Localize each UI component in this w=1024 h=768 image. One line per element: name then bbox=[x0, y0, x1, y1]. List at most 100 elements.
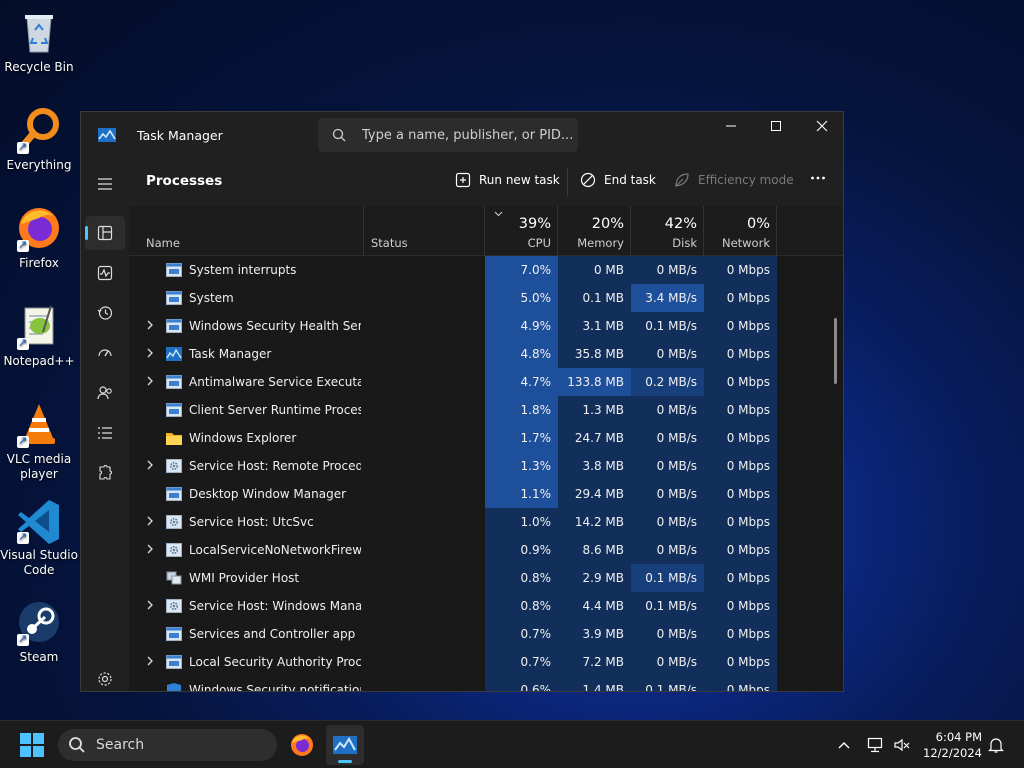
hamburger-menu-button[interactable] bbox=[85, 167, 125, 201]
table-row[interactable]: Windows Security Health Servi... 4.9%3.1 … bbox=[129, 312, 829, 340]
table-row[interactable]: Service Host: UtcSvc 1.0% 14.2 MB 0 MB/s 0 M… bbox=[129, 508, 829, 536]
table-row[interactable]: WMI Provider Host 0.8% 2.9 MB 0.1 MB/s 0 Mbp… bbox=[129, 564, 829, 592]
taskbar-task-manager[interactable] bbox=[326, 725, 364, 765]
notifications-button[interactable] bbox=[988, 736, 1004, 754]
maximize-button[interactable] bbox=[753, 112, 799, 140]
run-new-task-button[interactable]: Run new task bbox=[455, 172, 560, 188]
nav-app-history[interactable] bbox=[85, 296, 125, 330]
process-name: Service Host: UtcSvc bbox=[189, 515, 314, 529]
column-header-cpu[interactable]: 39% CPU bbox=[485, 206, 558, 256]
end-task-button[interactable]: End task bbox=[580, 172, 656, 188]
users-icon bbox=[97, 386, 112, 400]
process-cpu: 1.3% bbox=[485, 452, 558, 480]
desktop-icon-recycle-bin[interactable]: Recycle Bin bbox=[0, 8, 78, 75]
table-row[interactable]: Antimalware Service Executable 4.7%133.8 … bbox=[129, 368, 829, 396]
process-disk: 0.1 MB/s bbox=[631, 592, 704, 620]
navigation-sidebar bbox=[81, 158, 129, 691]
table-row[interactable]: Local Security Authority Proce... 0.7%7.2… bbox=[129, 648, 829, 676]
chevron-right-icon[interactable] bbox=[145, 376, 155, 386]
desktop-icon-everything[interactable]: Everything bbox=[0, 106, 78, 173]
desktop-icon-notepadpp[interactable]: Notepad++ bbox=[0, 302, 78, 369]
nav-users[interactable] bbox=[85, 376, 125, 410]
toolbar-separator bbox=[567, 168, 568, 196]
minimize-button[interactable] bbox=[708, 112, 754, 140]
nav-services[interactable] bbox=[85, 456, 125, 490]
table-row[interactable]: Service Host: Windows Manag... 0.8%4.4 MB… bbox=[129, 592, 829, 620]
table-row[interactable]: Services and Controller app 0.7% 3.9 MB 0 M… bbox=[129, 620, 829, 648]
table-row[interactable]: Service Host: Remote Procedu... 1.3%3.8 M… bbox=[129, 452, 829, 480]
efficiency-mode-button[interactable]: Efficiency mode bbox=[674, 172, 794, 188]
taskbar-search[interactable]: Search bbox=[58, 729, 277, 761]
column-header-name[interactable]: Name bbox=[129, 206, 364, 256]
clock[interactable]: 6:04 PM 12/2/2024 bbox=[923, 729, 982, 761]
column-header-network[interactable]: 0% Network bbox=[704, 206, 777, 256]
process-disk: 3.4 MB/s bbox=[631, 284, 704, 312]
table-row[interactable]: Windows Security notification... 0.6% 1.4 … bbox=[129, 676, 829, 691]
hamburger-icon bbox=[98, 178, 112, 190]
desktop-icon-label: Steam bbox=[19, 650, 59, 664]
process-name: Antimalware Service Executable bbox=[189, 375, 361, 389]
process-name: Task Manager bbox=[189, 347, 272, 361]
start-button[interactable] bbox=[20, 733, 44, 757]
taskbar-firefox[interactable] bbox=[289, 732, 315, 758]
cpu-total-percent: 39% bbox=[518, 216, 551, 232]
more-options-button[interactable] bbox=[810, 170, 826, 186]
process-name: Windows Explorer bbox=[189, 431, 297, 445]
table-row[interactable]: LocalServiceNoNetworkFirewa... 0.9%8.6 MB… bbox=[129, 536, 829, 564]
chevron-right-icon[interactable] bbox=[145, 460, 155, 470]
process-search-box[interactable] bbox=[318, 118, 578, 152]
process-name: Windows Security Health Servi... bbox=[189, 319, 361, 333]
nav-processes[interactable] bbox=[85, 216, 125, 250]
nav-details[interactable] bbox=[85, 416, 125, 450]
table-row[interactable]: Client Server Runtime Process 1.8% 1.3 MB 0… bbox=[129, 396, 829, 424]
gear-icon bbox=[98, 672, 112, 686]
column-memory-label: Memory bbox=[577, 236, 624, 250]
chevron-right-icon[interactable] bbox=[145, 516, 155, 526]
minimize-icon bbox=[726, 125, 736, 127]
nav-settings[interactable] bbox=[85, 662, 125, 691]
process-memory: 1.3 MB bbox=[558, 396, 631, 424]
column-header-disk[interactable]: 42% Disk bbox=[631, 206, 704, 256]
chevron-right-icon[interactable] bbox=[145, 544, 155, 554]
running-indicator bbox=[338, 760, 352, 763]
chevron-right-icon[interactable] bbox=[145, 656, 155, 666]
maximize-icon bbox=[771, 121, 781, 131]
desktop-icon-vlc[interactable]: VLC media player bbox=[0, 400, 78, 482]
process-search-input[interactable] bbox=[362, 127, 572, 143]
search-icon bbox=[69, 737, 85, 753]
end-task-icon bbox=[580, 172, 596, 188]
close-button[interactable] bbox=[799, 112, 843, 140]
vscode-icon bbox=[15, 496, 63, 544]
scrollbar-thumb[interactable] bbox=[834, 318, 837, 384]
table-row[interactable]: System interrupts 7.0% 0 MB 0 MB/s 0 Mbps bbox=[129, 256, 829, 284]
task-manager-app-icon bbox=[98, 128, 116, 142]
process-network: 0 Mbps bbox=[704, 368, 777, 396]
desktop-icon-steam[interactable]: Steam bbox=[0, 598, 78, 665]
table-row[interactable]: Windows Explorer 1.7% 24.7 MB 0 MB/s 0 Mbps bbox=[129, 424, 829, 452]
network-wired-icon bbox=[867, 737, 883, 753]
folder-icon bbox=[166, 431, 182, 445]
process-network: 0 Mbps bbox=[704, 396, 777, 424]
process-disk: 0.2 MB/s bbox=[631, 368, 704, 396]
process-name: System bbox=[189, 291, 234, 305]
column-header-memory[interactable]: 20% Memory bbox=[558, 206, 631, 256]
table-row[interactable]: System 5.0% 0.1 MB 3.4 MB/s 0 Mbps bbox=[129, 284, 829, 312]
desktop-icon-vscode[interactable]: Visual Studio Code bbox=[0, 496, 78, 578]
table-row[interactable]: Task Manager 4.8% 35.8 MB 0 MB/s 0 Mbps bbox=[129, 340, 829, 368]
chevron-right-icon[interactable] bbox=[145, 320, 155, 330]
process-network: 0 Mbps bbox=[704, 480, 777, 508]
chevron-right-icon[interactable] bbox=[145, 348, 155, 358]
chevron-right-icon[interactable] bbox=[145, 600, 155, 610]
chevron-up-icon bbox=[838, 742, 850, 749]
nav-performance[interactable] bbox=[85, 256, 125, 290]
title-bar[interactable]: Task Manager bbox=[81, 112, 843, 158]
network-status-button[interactable] bbox=[867, 736, 885, 754]
network-total-percent: 0% bbox=[746, 216, 770, 232]
process-cpu: 1.0% bbox=[485, 508, 558, 536]
show-hidden-icons-button[interactable] bbox=[836, 737, 852, 753]
volume-button[interactable] bbox=[893, 736, 911, 754]
desktop-icon-firefox[interactable]: Firefox bbox=[0, 204, 78, 271]
table-row[interactable]: Desktop Window Manager 1.1% 29.4 MB 0 MB/s 0… bbox=[129, 480, 829, 508]
column-header-status[interactable]: Status bbox=[364, 206, 485, 256]
nav-startup-apps[interactable] bbox=[85, 336, 125, 370]
